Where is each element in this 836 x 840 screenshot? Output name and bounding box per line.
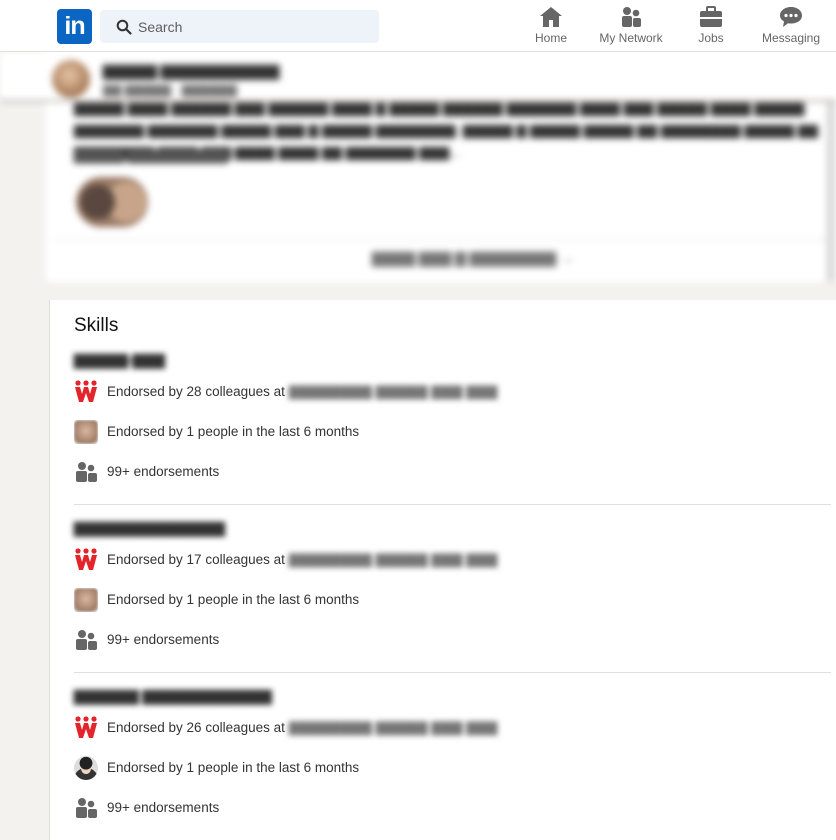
endorsement-count[interactable]: 99+ endorsements	[107, 464, 219, 479]
company-logo-icon	[74, 548, 98, 572]
top-nav: in Home My Network Jobs	[0, 0, 836, 52]
blurred-name: ▇▇▇▇▇ ▇▇▇▇▇▇▇▇▇▇▇	[103, 63, 280, 79]
endorsement-count[interactable]: 99+ endorsements	[107, 632, 219, 647]
endorsement-text[interactable]: Endorsed by 1 people in the last 6 month…	[107, 760, 359, 775]
endorsement-row: Endorsed by 1 people in the last 6 month…	[74, 588, 814, 614]
blurred-contributors-label: ▇▇▇▇▇ ▇▇▇▇▇▇▇▇▇▇	[74, 148, 228, 163]
briefcase-icon	[700, 6, 722, 27]
endorsement-row: Endorsed by 1 people in the last 6 month…	[74, 756, 814, 782]
people-icon	[74, 460, 98, 484]
nav-my-network-label: My Network	[599, 31, 663, 45]
projects-section-blurred: ▇▇▇▇▇ ▇▇▇▇▇▇▇▇▇▇▇ ▇▇ ▇▇▇▇▇ · ▇▇▇▇▇▇ ▇▇▇▇…	[0, 52, 836, 300]
divider	[74, 504, 831, 505]
avatar-icon	[74, 756, 98, 780]
nav-home-label: Home	[534, 31, 567, 45]
endorsement-count[interactable]: 99+ endorsements	[107, 800, 219, 815]
people-icon	[74, 796, 98, 820]
avatar-icon	[74, 588, 98, 612]
home-icon	[540, 7, 562, 27]
endorsement-text[interactable]: Endorsed by 26 colleagues at ▇▇▇▇▇▇▇▇ ▇▇▇…	[107, 720, 497, 736]
endorsement-text[interactable]: Endorsed by 17 colleagues at ▇▇▇▇▇▇▇▇ ▇▇▇…	[107, 552, 497, 568]
search-input[interactable]	[138, 10, 368, 43]
linkedin-logo[interactable]: in	[57, 9, 92, 44]
endorsement-text[interactable]: Endorsed by 28 colleagues at ▇▇▇▇▇▇▇▇ ▇▇▇…	[107, 384, 497, 400]
company-logo-icon	[74, 380, 98, 404]
skill-name-blurred[interactable]: ▇▇▇▇▇▇▇▇▇▇▇▇▇▇	[74, 520, 225, 537]
people-icon	[622, 7, 641, 27]
divider	[74, 672, 831, 673]
skill-name-blurred[interactable]: ▇▇▇▇▇▇ ▇▇▇▇▇▇▇▇▇▇▇▇	[74, 688, 272, 705]
skills-title: Skills	[74, 315, 119, 336]
search-icon	[116, 19, 132, 35]
blurred-content: ▇▇▇▇▇ ▇▇▇▇▇▇▇▇▇▇▇ ▇▇ ▇▇▇▇▇ · ▇▇▇▇▇▇ ▇▇▇▇…	[0, 52, 836, 300]
nav-my-network[interactable]: My Network	[595, 6, 667, 50]
chat-icon	[780, 7, 802, 27]
avatar	[52, 60, 90, 98]
show-all-projects-button[interactable]: ▇▇▇▇ ▇▇▇ ▇ ▇▇▇▇▇▇▇▇ →	[372, 250, 574, 267]
endorsement-row: 99+ endorsements	[74, 628, 814, 654]
nav-messaging[interactable]: Messaging	[759, 6, 823, 50]
endorsement-row: Endorsed by 28 colleagues at ▇▇▇▇▇▇▇▇ ▇▇▇…	[74, 380, 814, 406]
nav-home[interactable]: Home	[531, 6, 571, 50]
endorsement-text[interactable]: Endorsed by 1 people in the last 6 month…	[107, 424, 359, 439]
endorsement-row: Endorsed by 26 colleagues at ▇▇▇▇▇▇▇▇ ▇▇▇…	[74, 716, 814, 742]
endorsement-row: Endorsed by 17 colleagues at ▇▇▇▇▇▇▇▇ ▇▇▇…	[74, 548, 814, 574]
endorsement-row: 99+ endorsements	[74, 460, 814, 486]
nav-jobs-label: Jobs	[698, 31, 724, 45]
search-box[interactable]	[100, 10, 379, 43]
endorsement-row: Endorsed by 1 people in the last 6 month…	[74, 420, 814, 446]
endorsement-text[interactable]: Endorsed by 1 people in the last 6 month…	[107, 592, 359, 607]
contributor-avatars[interactable]	[76, 177, 148, 227]
nav-messaging-label: Messaging	[761, 31, 821, 45]
divider	[52, 239, 836, 240]
blurred-subtitle: ▇▇ ▇▇▇▇▇ · ▇▇▇▇▇▇	[103, 83, 237, 97]
endorsement-row: 99+ endorsements	[74, 796, 814, 822]
skills-card: Skills ▇▇▇▇▇-▇▇▇ Endorsed by 28 colleagu…	[49, 300, 836, 840]
people-icon	[74, 628, 98, 652]
skill-name-blurred[interactable]: ▇▇▇▇▇-▇▇▇	[74, 352, 165, 369]
scroll-edge	[826, 102, 836, 282]
avatar-icon	[74, 420, 98, 444]
nav-jobs[interactable]: Jobs	[692, 6, 730, 50]
company-logo-icon	[74, 716, 98, 740]
